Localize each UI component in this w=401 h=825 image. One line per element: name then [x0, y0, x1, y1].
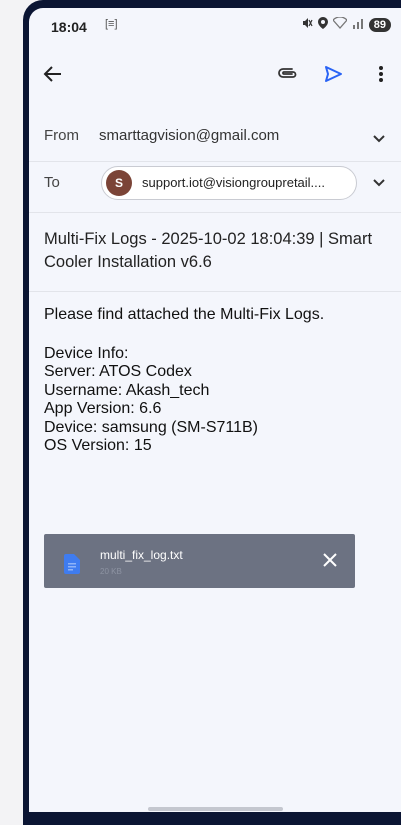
document-icon — [64, 554, 80, 574]
mute-icon — [301, 17, 313, 32]
send-button[interactable] — [319, 60, 347, 88]
status-icons: 89 — [301, 16, 391, 32]
close-icon — [323, 553, 337, 567]
attachment-filename: multi_fix_log.txt — [100, 548, 183, 562]
gesture-navigation-bar[interactable] — [148, 807, 283, 811]
screenshot-icon: [≡] — [105, 18, 118, 30]
message-body[interactable]: Please find attached the Multi-Fix Logs.… — [44, 306, 384, 456]
subject-field[interactable]: Multi-Fix Logs - 2025-10-02 18:04:39 | S… — [44, 228, 379, 274]
location-icon — [317, 17, 328, 32]
avatar: S — [106, 170, 132, 196]
back-button[interactable] — [39, 60, 67, 88]
attachment-size: 20 KB — [100, 567, 122, 576]
attachment-card[interactable]: multi_fix_log.txt 20 KB — [44, 534, 355, 588]
email-compose-screen: 18:04 [≡] 89 From smarttagvision@gmail.c… — [29, 8, 401, 812]
status-time: 18:04 — [51, 19, 87, 35]
body-line: Device Info: — [44, 344, 129, 362]
divider — [29, 161, 401, 162]
recipient-chip[interactable]: S support.iot@visiongroupretail.... — [101, 166, 357, 200]
arrow-left-icon — [43, 66, 61, 82]
compose-toolbar — [29, 52, 401, 96]
remove-attachment-button[interactable] — [318, 548, 342, 572]
signal-icon — [352, 17, 364, 32]
body-line: Device: samsung (SM-S711B) — [44, 418, 258, 436]
body-line: App Version: 6.6 — [44, 400, 162, 417]
body-line: Server: ATOS Codex — [44, 363, 192, 380]
from-label: From — [44, 127, 79, 144]
status-bar: 18:04 [≡] 89 — [29, 8, 401, 44]
divider — [29, 212, 401, 213]
body-line: OS Version: 15 — [44, 437, 152, 454]
from-address[interactable]: smarttagvision@gmail.com — [99, 127, 279, 144]
paperclip-icon — [278, 68, 297, 78]
recipient-address: support.iot@visiongroupretail.... — [142, 175, 326, 190]
battery-badge: 89 — [368, 17, 391, 32]
attach-button[interactable] — [274, 60, 302, 88]
more-options-button[interactable] — [367, 60, 395, 88]
more-vertical-icon — [379, 66, 383, 82]
chevron-down-icon[interactable] — [371, 130, 387, 146]
wifi-icon — [331, 16, 348, 32]
divider — [29, 291, 401, 292]
send-icon — [325, 66, 342, 82]
body-line: Username: Akash_tech — [44, 381, 210, 399]
body-intro: Please find attached the Multi-Fix Logs. — [44, 306, 325, 323]
to-label: To — [44, 174, 60, 191]
chevron-down-icon[interactable] — [371, 174, 387, 190]
